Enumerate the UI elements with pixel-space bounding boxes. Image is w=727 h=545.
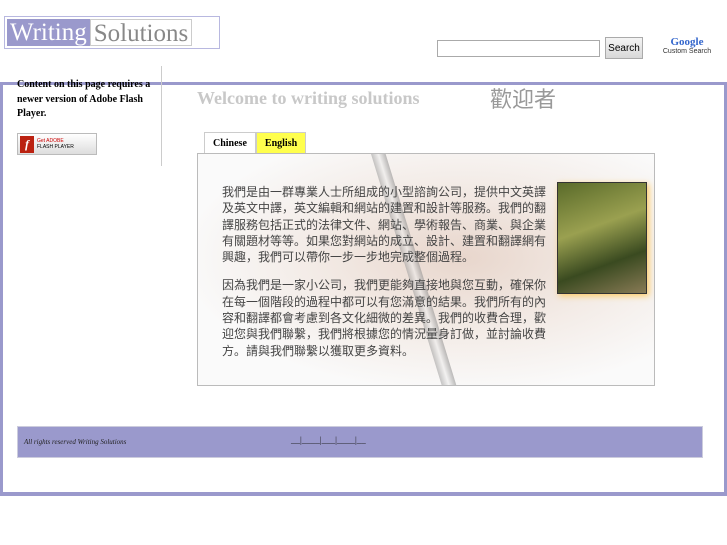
language-tabs: Chinese English — [204, 132, 307, 153]
paragraph: 我們是由一群專業人士所組成的小型諮詢公司，提供中文英譯及英文中譯，英文編輯和網站… — [222, 185, 547, 265]
welcome-heading-zh: 歡迎者 — [490, 87, 557, 112]
footer-link[interactable]: __ — [291, 435, 300, 445]
google-sub: Custom Search — [662, 48, 712, 55]
search-input[interactable] — [437, 40, 600, 57]
footer-link[interactable]: ____ — [302, 435, 320, 445]
footer: All rights reserved Writing Solutions __… — [17, 426, 703, 458]
sidebar-divider — [161, 66, 162, 166]
site-logo[interactable]: Writing Solutions — [4, 16, 220, 49]
get-flash-player-button[interactable]: f Get ADOBE FLASH PLAYER — [17, 133, 97, 155]
team-photo — [557, 182, 647, 294]
welcome-heading: Welcome to writing solutions — [197, 88, 420, 108]
footer-links: __ | ____ | ___ | ____ | __ — [291, 435, 366, 445]
flash-badge-line2: FLASH PLAYER — [37, 144, 74, 150]
logo-part2: Solutions — [89, 19, 193, 47]
search-button[interactable]: Search — [605, 37, 643, 59]
tab-english[interactable]: English — [255, 132, 307, 153]
footer-link[interactable]: ___ — [322, 435, 336, 445]
flash-notice: Content on this page requires a newer ve… — [17, 79, 151, 119]
google-custom-search-logo: Google Custom Search — [658, 36, 716, 55]
google-logo: Google — [670, 36, 704, 48]
logo-part1: Writing — [7, 19, 90, 46]
footer-link[interactable]: __ — [357, 435, 366, 445]
paragraph: 因為我們是一家小公司，我們更能夠直接地與您互動，確保你在每一個階段的過程中都可以… — [222, 278, 547, 358]
footer-link[interactable]: ____ — [337, 435, 355, 445]
flash-icon: f — [20, 135, 34, 153]
tab-chinese[interactable]: Chinese — [204, 132, 256, 153]
copyright: All rights reserved Writing Solutions — [24, 438, 127, 446]
content-panel: 我們是由一群專業人士所組成的小型諮詢公司，提供中文英譯及英文中譯，英文編輯和網站… — [197, 153, 655, 386]
